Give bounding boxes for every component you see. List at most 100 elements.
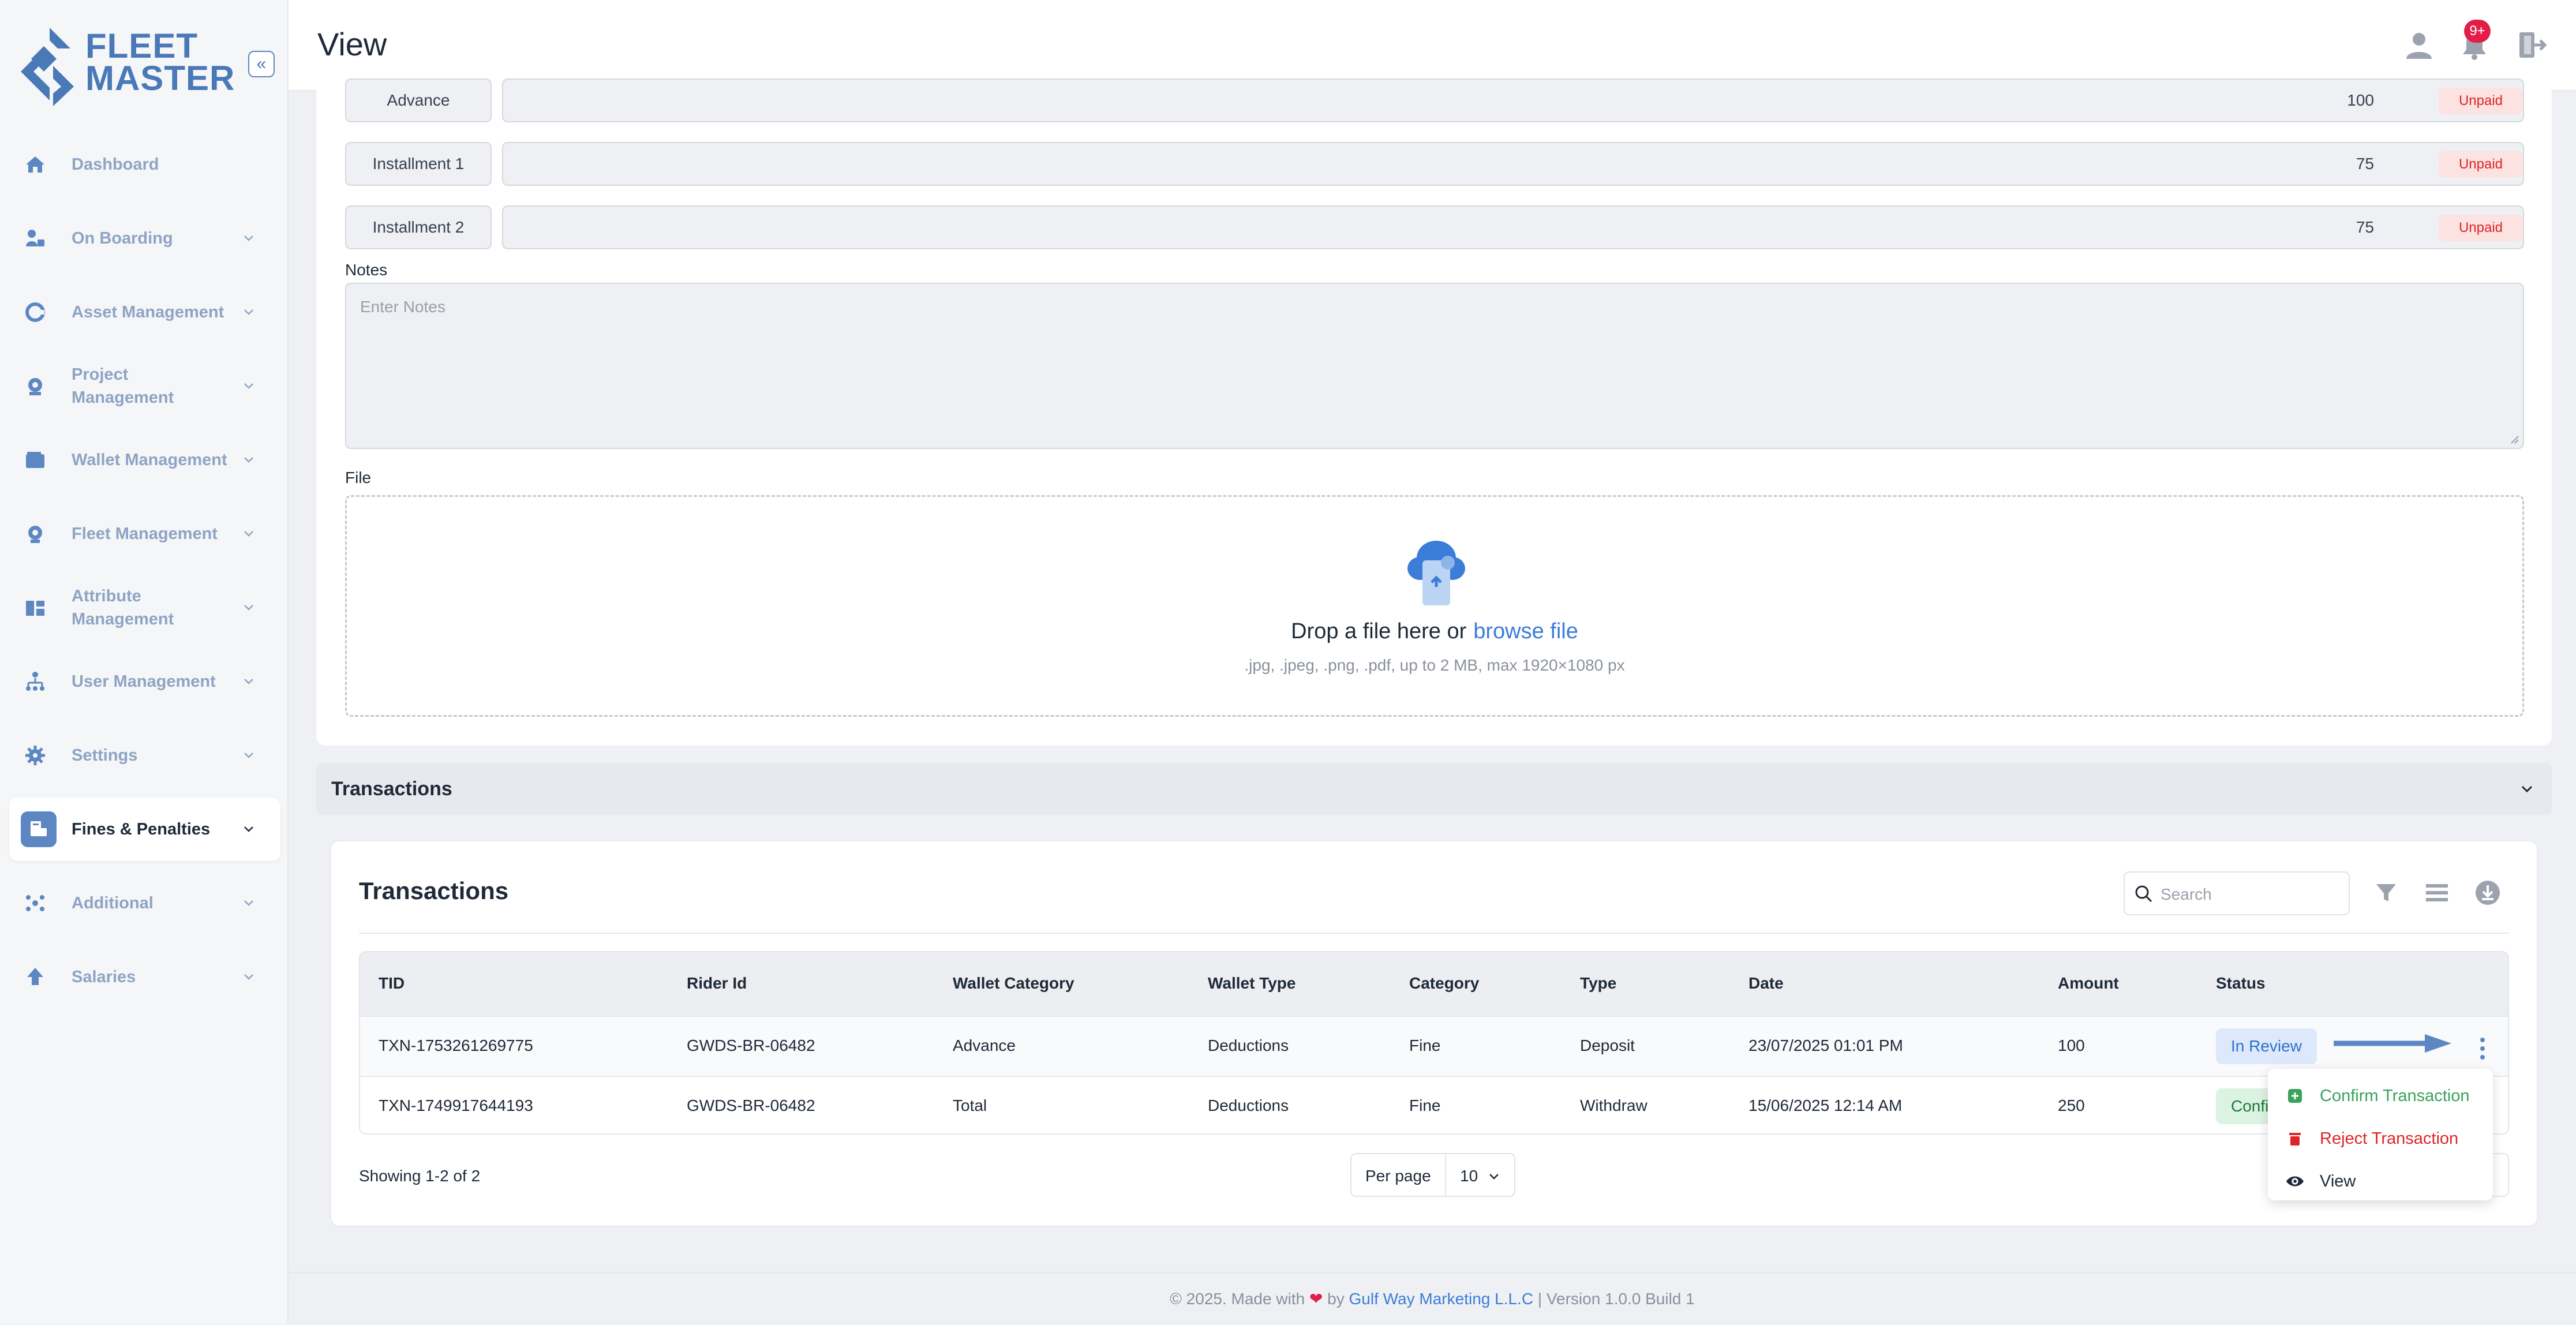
status-badge: Unpaid bbox=[2439, 151, 2523, 178]
sidebar-item-on-boarding[interactable]: On Boarding bbox=[9, 207, 280, 270]
chevron-down-icon bbox=[1489, 1174, 1499, 1180]
installment-amount-field: 75 Unpaid bbox=[502, 205, 2524, 249]
more-actions-icon[interactable] bbox=[2479, 1036, 2486, 1061]
footer-by: by bbox=[1327, 1290, 1345, 1308]
column-header[interactable]: Type bbox=[1580, 974, 1616, 993]
logo-mark-icon bbox=[21, 28, 74, 106]
sidebar-item-label: Attribute Management bbox=[72, 587, 174, 628]
installment-label: Advance bbox=[345, 78, 492, 122]
row-actions-menu: Confirm Transaction Reject Transaction V… bbox=[2268, 1069, 2493, 1200]
search-placeholder: Search bbox=[2161, 885, 2212, 903]
sidebar-item-attribute-management[interactable]: Attribute Management bbox=[9, 576, 280, 639]
file-requirements-hint: .jpg, .jpeg, .png, .pdf, up to 2 MB, max… bbox=[1244, 656, 1625, 674]
resize-handle-icon[interactable] bbox=[2509, 434, 2519, 444]
filter-icon[interactable] bbox=[2373, 879, 2399, 906]
sidebar-item-wallet-management[interactable]: Wallet Management bbox=[9, 428, 280, 492]
installment-row: Installment 2 75 Unpaid bbox=[345, 205, 2524, 249]
table-cell-category: Fine bbox=[1409, 1036, 1441, 1054]
file-dropzone[interactable]: Drop a file here or browse file .jpg, .jp… bbox=[345, 495, 2524, 717]
status-badge: In Review bbox=[2216, 1028, 2317, 1064]
table-cell-type: Withdraw bbox=[1580, 1096, 1648, 1114]
logo-text: FLEET MASTER bbox=[85, 27, 235, 96]
installment-row: Advance 100 Unpaid bbox=[345, 78, 2524, 122]
sidebar-item-settings[interactable]: Settings bbox=[9, 724, 280, 787]
per-page-select[interactable]: Per page 10 bbox=[1350, 1153, 1515, 1197]
gear-icon bbox=[22, 742, 48, 769]
confirm-transaction-label: Confirm Transaction bbox=[2320, 1086, 2470, 1105]
chevron-down-icon bbox=[240, 747, 257, 764]
search-input[interactable]: Search bbox=[2124, 871, 2350, 915]
home-icon bbox=[22, 151, 48, 178]
collapse-sidebar-button[interactable]: « bbox=[248, 51, 275, 77]
logo-line1: FLEET bbox=[85, 27, 198, 65]
browse-file-link[interactable]: browse file bbox=[1473, 619, 1578, 643]
sidebar-item-salaries[interactable]: Salaries bbox=[9, 945, 280, 1009]
column-header[interactable]: Rider Id bbox=[687, 974, 747, 993]
top-header: View bbox=[289, 0, 2576, 91]
installment-amount-field: 75 Unpaid bbox=[502, 142, 2524, 186]
table-cell-date: 15/06/2025 12:14 AM bbox=[1748, 1096, 1903, 1114]
table-cell-category: Fine bbox=[1409, 1096, 1441, 1114]
table-row[interactable]: TXN-1753261269775 GWDS-BR-06482 Advance Ded… bbox=[360, 1016, 2508, 1077]
table-row[interactable]: TXN-1749917644193 GWDS-BR-06482 Total Deduc… bbox=[360, 1076, 2508, 1133]
column-header[interactable]: Category bbox=[1409, 974, 1479, 993]
logout-icon[interactable] bbox=[2514, 28, 2548, 62]
columns-list-icon[interactable] bbox=[2424, 879, 2450, 906]
table-cell-amount: 250 bbox=[2058, 1096, 2085, 1114]
column-header[interactable]: Status bbox=[2216, 974, 2266, 993]
table-cell-rider-id: GWDS-BR-06482 bbox=[687, 1036, 815, 1054]
sidebar-item-label: Wallet Management bbox=[72, 451, 227, 469]
per-page-value: 10 bbox=[1460, 1167, 1478, 1185]
table-cell-wallet-type: Deductions bbox=[1208, 1036, 1289, 1054]
user-profile-icon[interactable] bbox=[2402, 28, 2436, 62]
pagination-summary: Showing 1-2 of 2 bbox=[359, 1167, 481, 1185]
heart-icon: ❤ bbox=[1309, 1290, 1323, 1308]
fleet-master-logo[interactable]: FLEET MASTER bbox=[21, 25, 240, 106]
table-cell-tid: TXN-1753261269775 bbox=[379, 1036, 533, 1054]
sidebar-item-dashboard[interactable]: Dashboard bbox=[9, 133, 280, 196]
accordion-title: Transactions bbox=[331, 778, 452, 800]
table-cell-type: Deposit bbox=[1580, 1036, 1635, 1054]
company-link[interactable]: Gulf Way Marketing L.L.C bbox=[1349, 1290, 1534, 1308]
chevron-down-icon bbox=[240, 304, 257, 321]
table-cell-rider-id: GWDS-BR-06482 bbox=[687, 1096, 815, 1114]
sidebar-item-label: Settings bbox=[72, 746, 138, 765]
installment-label: Installment 1 bbox=[345, 142, 492, 186]
column-header[interactable]: Wallet Type bbox=[1208, 974, 1296, 993]
footer: © 2025. Made with ❤ by Gulf Way Marketin… bbox=[289, 1272, 2576, 1325]
chevron-down-icon bbox=[240, 230, 257, 247]
column-header[interactable]: Date bbox=[1748, 974, 1784, 993]
column-header[interactable]: Amount bbox=[2058, 974, 2119, 993]
table-cell-amount: 100 bbox=[2058, 1036, 2085, 1054]
reject-transaction-menu-item[interactable]: Reject Transaction bbox=[2285, 1124, 2458, 1153]
transactions-accordion-header[interactable]: Transactions bbox=[316, 763, 2552, 815]
sidebar-item-label: Additional bbox=[72, 894, 153, 912]
status-badge: Unpaid bbox=[2439, 215, 2523, 241]
sidebar-item-additional[interactable]: Additional bbox=[9, 871, 280, 935]
sidebar-item-fines-penalties[interactable]: Fines & Penalties bbox=[9, 798, 280, 861]
sidebar-item-user-management[interactable]: User Management bbox=[9, 650, 280, 713]
sidebar-item-asset-management[interactable]: Asset Management bbox=[9, 280, 280, 344]
download-icon[interactable] bbox=[2474, 879, 2501, 906]
column-header[interactable]: TID bbox=[379, 974, 405, 993]
table-cell-wallet-category: Total bbox=[953, 1096, 987, 1114]
divider bbox=[359, 933, 2509, 934]
notification-count-badge: 9+ bbox=[2464, 20, 2491, 43]
project-icon bbox=[22, 373, 48, 399]
sidebar-item-project-management[interactable]: Project Management bbox=[9, 354, 280, 418]
notes-textarea[interactable]: Enter Notes bbox=[345, 283, 2524, 449]
view-menu-item[interactable]: View bbox=[2285, 1167, 2356, 1196]
sidebar-item-fleet-management[interactable]: Fleet Management bbox=[9, 502, 280, 566]
confirm-transaction-menu-item[interactable]: Confirm Transaction bbox=[2285, 1081, 2470, 1110]
arrow-annotation-icon bbox=[2334, 1034, 2451, 1053]
onboarding-icon bbox=[22, 225, 48, 252]
chevron-down-icon bbox=[2521, 785, 2533, 793]
chevron-down-icon bbox=[240, 673, 257, 690]
column-header[interactable]: Wallet Category bbox=[953, 974, 1074, 993]
chevron-down-icon bbox=[240, 821, 257, 838]
footer-text: © 2025. Made with ❤ by Gulf Way Marketin… bbox=[289, 1289, 2576, 1308]
search-icon bbox=[2135, 885, 2152, 903]
chevron-down-icon bbox=[240, 525, 257, 542]
status-badge: Unpaid bbox=[2439, 88, 2523, 114]
sidebar-item-label: Fines & Penalties bbox=[72, 820, 211, 839]
